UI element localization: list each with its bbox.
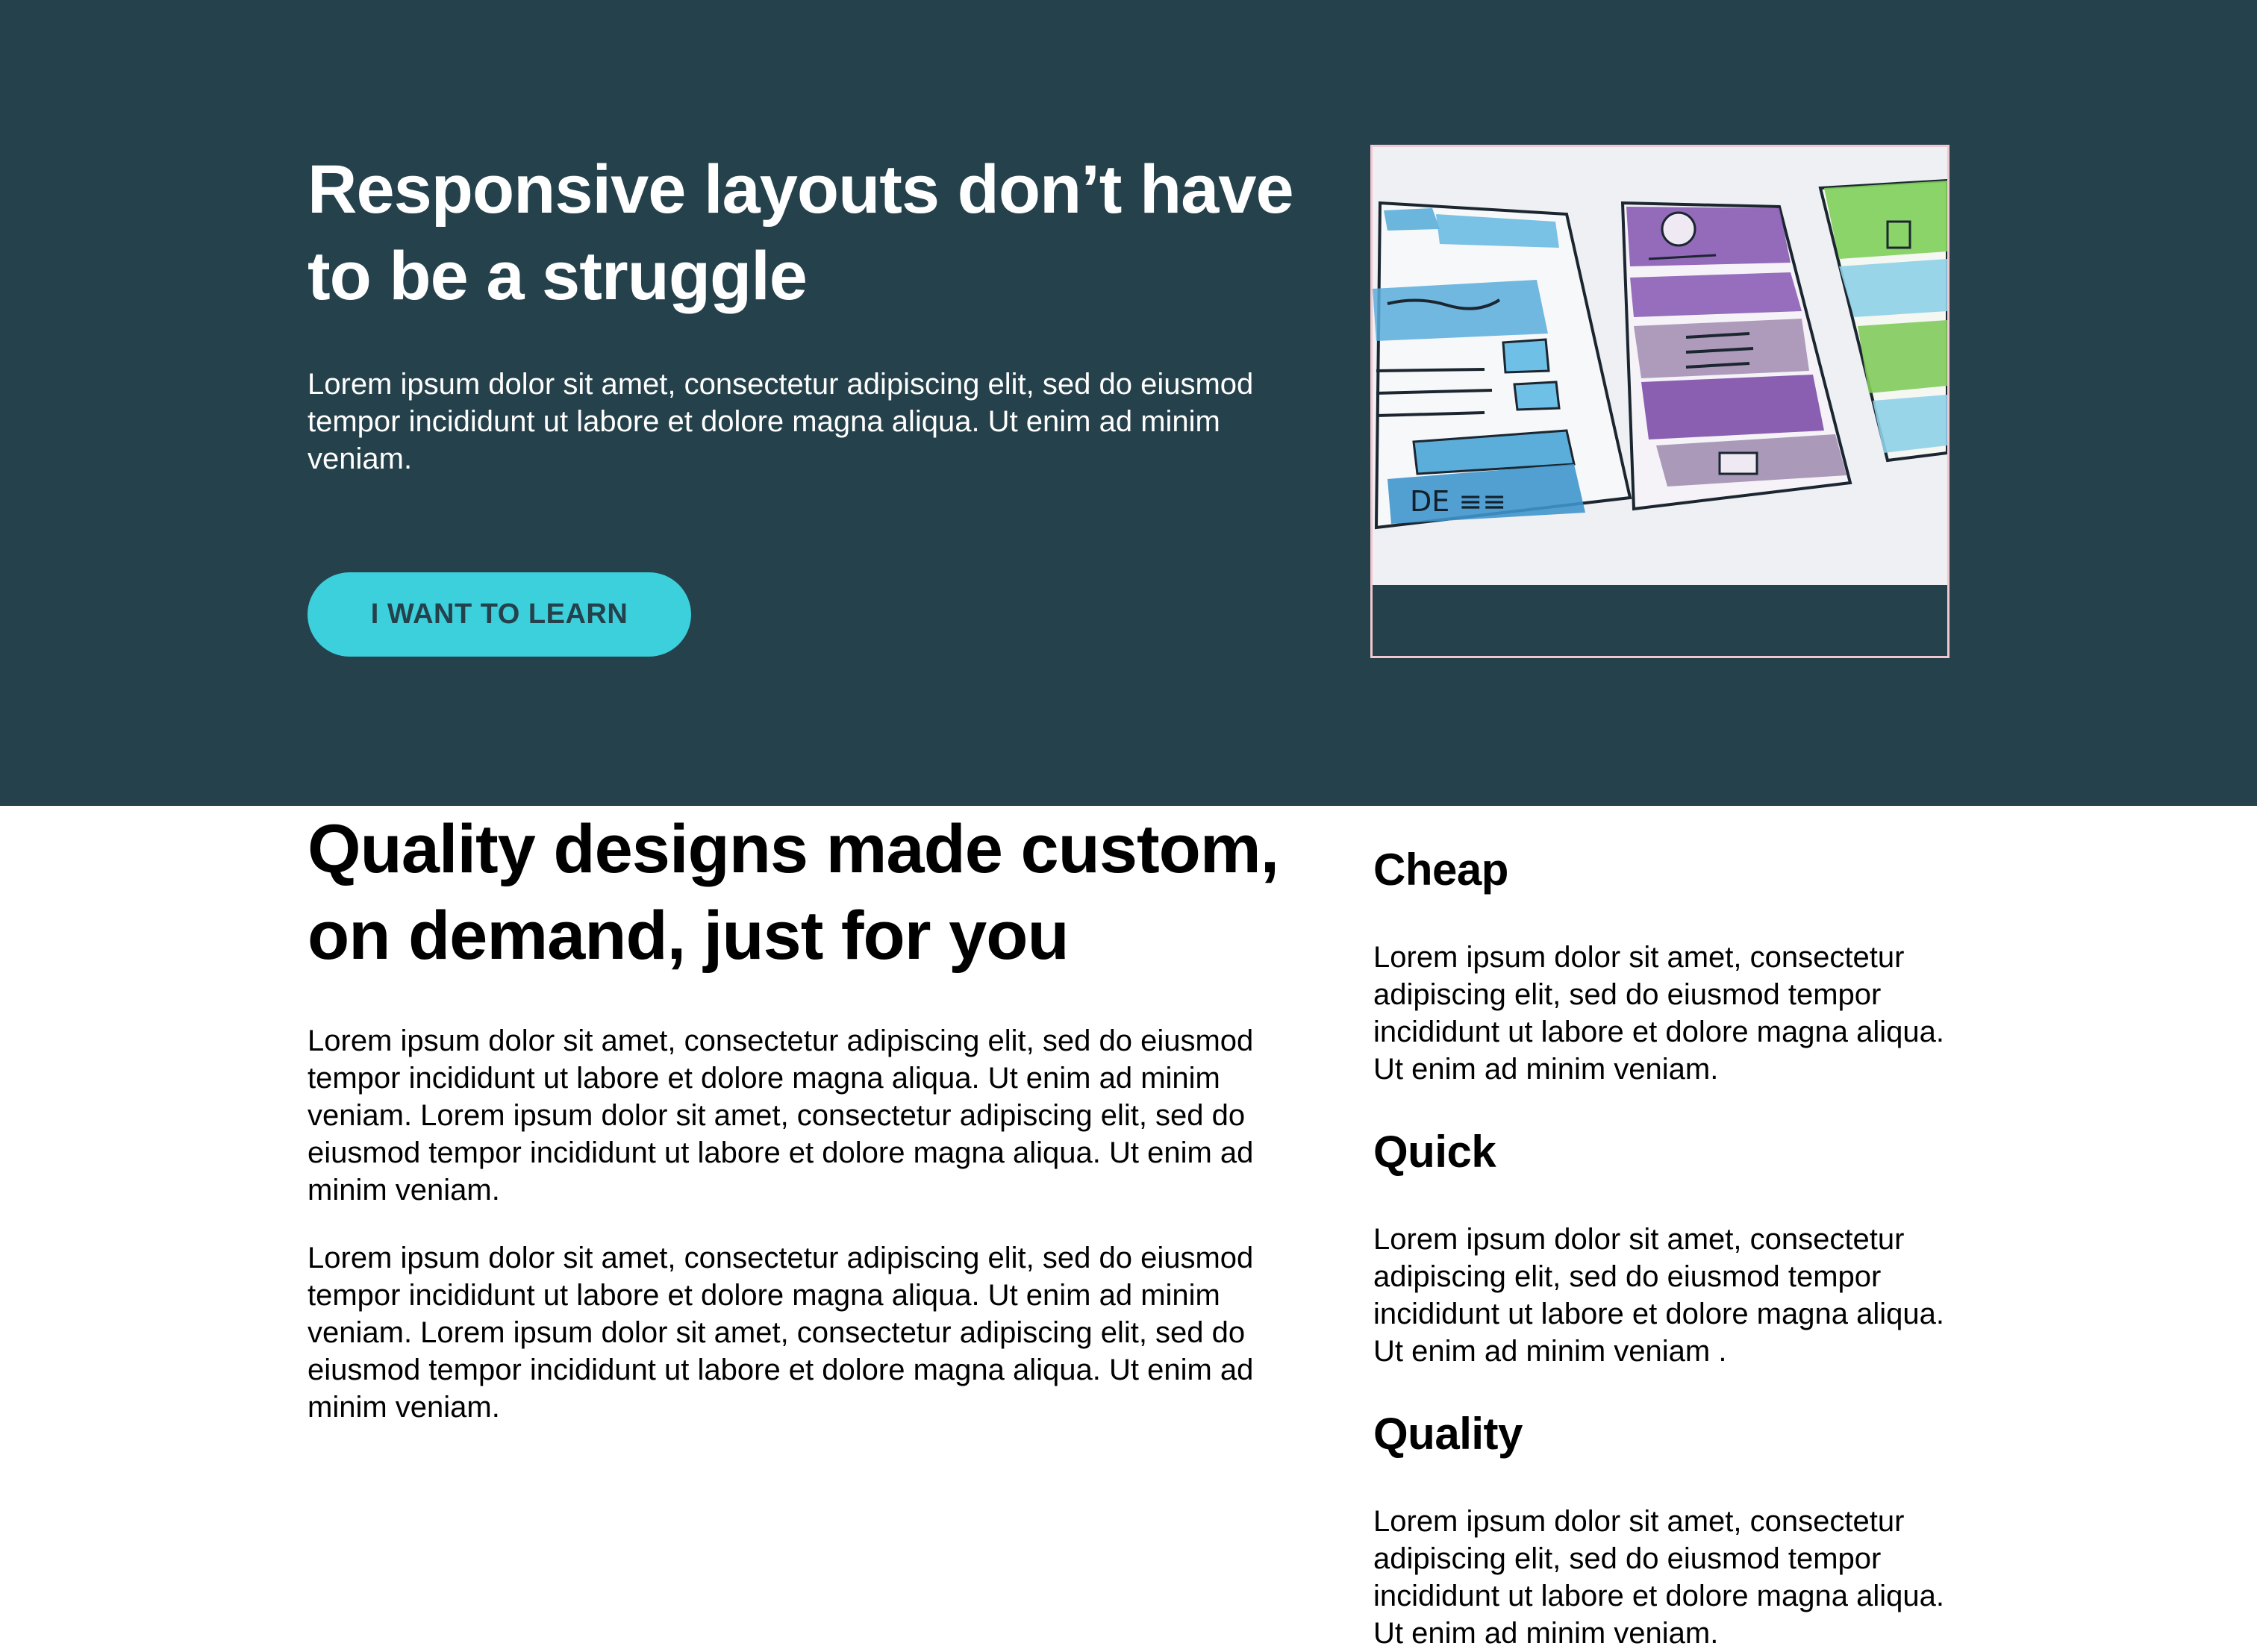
feature-text-quality: Lorem ipsum dolor sit amet, consectetur … <box>1373 1505 1944 1650</box>
feature-title-quick: Quick <box>1373 1127 1496 1177</box>
main-paragraph-1: Lorem ipsum dolor sit amet, consectetur … <box>308 1024 1254 1207</box>
feature-title-quality: Quality <box>1373 1409 1523 1459</box>
svg-text:DE ≡≡: DE ≡≡ <box>1410 485 1506 518</box>
hero-image-frame: DE ≡≡ <box>1370 145 1949 658</box>
hero-section: Responsive layouts don’t have to be a st… <box>0 0 2257 806</box>
hero-title: Responsive layouts don’t have to be a st… <box>308 151 1294 314</box>
feature-title-cheap: Cheap <box>1373 845 1508 895</box>
feature-text-quick: Lorem ipsum dolor sit amet, consectetur … <box>1373 1223 1944 1368</box>
feature-text-cheap: Lorem ipsum dolor sit amet, consectetur … <box>1373 941 1944 1086</box>
wireframe-sketch-image: DE ≡≡ <box>1373 147 1947 585</box>
main-paragraph-2: Lorem ipsum dolor sit amet, consectetur … <box>308 1242 1254 1424</box>
main-title: Quality designs made custom, on demand, … <box>308 811 1279 974</box>
hero-description: Lorem ipsum dolor sit amet, consectetur … <box>308 368 1254 475</box>
learn-button[interactable]: I WANT TO LEARN <box>308 572 691 657</box>
